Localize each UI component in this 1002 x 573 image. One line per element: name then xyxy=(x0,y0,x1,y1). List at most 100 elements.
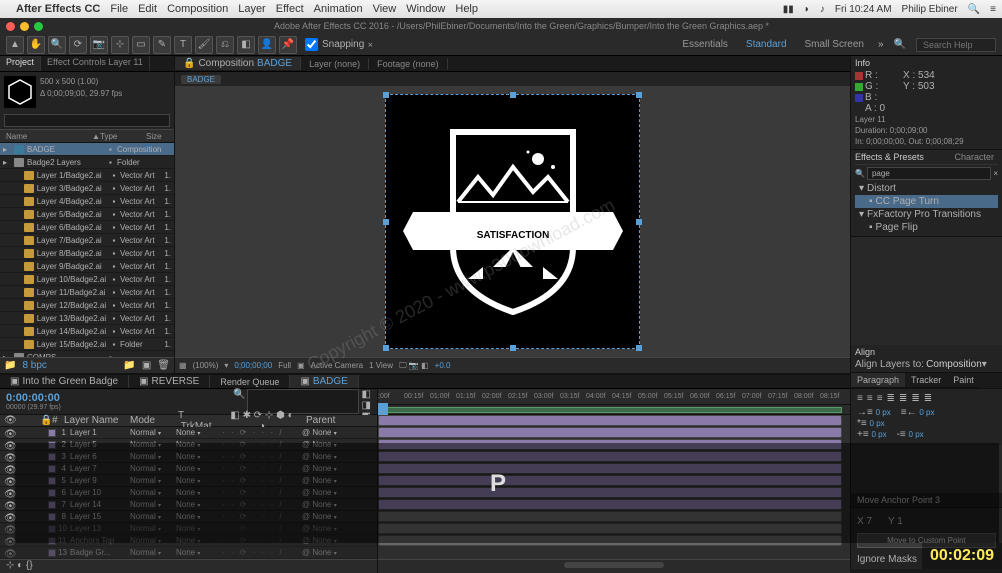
snapping-check[interactable] xyxy=(305,38,318,51)
menu-help[interactable]: Help xyxy=(455,3,478,15)
layer-bar[interactable] xyxy=(378,523,842,534)
new-comp-icon[interactable]: ▣ xyxy=(142,360,151,371)
pan-behind-icon[interactable]: ⊹ xyxy=(111,36,129,54)
align-center-icon[interactable]: ≡ xyxy=(867,393,873,404)
project-item[interactable]: Layer 4/Badge2.ai▪Vector Art1. xyxy=(0,195,174,208)
effect-item[interactable]: ▾Distort xyxy=(855,182,998,195)
menu-composition[interactable]: Composition xyxy=(167,3,228,15)
align-target[interactable]: Composition xyxy=(926,359,982,370)
tl-tab-reverse[interactable]: ▣REVERSE xyxy=(129,375,210,388)
timeline-tracks[interactable] xyxy=(378,415,850,559)
comp-breadcrumb[interactable]: BADGE xyxy=(181,75,221,84)
effect-item[interactable]: ▪CC Page Turn xyxy=(855,195,998,208)
grid-icon[interactable]: ▦ xyxy=(179,361,187,370)
menu-layer[interactable]: Layer xyxy=(238,3,266,15)
tlh-layer[interactable]: Layer Name xyxy=(60,415,126,426)
workspace-standard[interactable]: Standard xyxy=(742,39,791,50)
tab-composition[interactable]: 🔒 Composition BADGE xyxy=(175,57,301,70)
align-left-icon[interactable]: ≡ xyxy=(857,393,863,404)
ep-clear-icon[interactable]: × xyxy=(993,169,998,178)
menu-view[interactable]: View xyxy=(373,3,397,15)
project-item[interactable]: ▸BADGE▪Composition xyxy=(0,143,174,156)
menubar-user[interactable]: Philip Ebiner xyxy=(902,4,958,15)
hand-tool-icon[interactable]: ✋ xyxy=(27,36,45,54)
blend-modes-icon[interactable]: ⊹ ◐ {} xyxy=(0,560,39,573)
menubar-wifi-icon[interactable]: ◗ xyxy=(804,4,810,15)
menu-edit[interactable]: Edit xyxy=(138,3,157,15)
character-tab[interactable]: Character xyxy=(950,152,998,164)
search-input[interactable] xyxy=(916,38,996,52)
col-type[interactable]: Type xyxy=(96,132,142,141)
menu-effect[interactable]: Effect xyxy=(276,3,304,15)
col-name[interactable]: Name xyxy=(2,132,88,141)
layer-bar[interactable] xyxy=(378,487,842,498)
layer-bar[interactable] xyxy=(378,511,842,522)
layer-bar[interactable] xyxy=(378,499,842,510)
paragraph-tab[interactable]: Paragraph xyxy=(851,373,905,388)
timeline-layer-row[interactable]: 👁6Layer 10Normal ▾None ▾· · ⟳ · · · /@ N… xyxy=(0,487,377,499)
project-item[interactable]: ▸Badge2 Layers▪Folder xyxy=(0,156,174,169)
search-icon[interactable]: 🔍 xyxy=(894,39,906,50)
menubar-time[interactable]: Fri 10:24 AM xyxy=(835,4,892,15)
type-tool-icon[interactable]: T xyxy=(174,36,192,54)
tab-footage[interactable]: Footage (none) xyxy=(369,58,448,70)
align-header[interactable]: Align xyxy=(855,347,998,357)
lock-icon[interactable]: 🔒 xyxy=(183,58,195,69)
menubar-battery-icon[interactable]: ▮▮ xyxy=(783,4,794,15)
eraser-tool-icon[interactable]: ◧ xyxy=(237,36,255,54)
justify-all-icon[interactable]: ≣ xyxy=(924,393,932,404)
magnification[interactable]: (100%) xyxy=(193,361,219,370)
timeline-layer-row[interactable]: 👁4Layer 7Normal ▾None ▾· · ⟳ · · · /@ No… xyxy=(0,463,377,475)
paint-tab[interactable]: Paint xyxy=(947,373,980,388)
new-folder-icon[interactable]: 📁 xyxy=(123,360,135,371)
interpret-icon[interactable]: 📁 xyxy=(4,360,16,371)
timeline-layer-row[interactable]: 👁8Layer 15Normal ▾None ▾· · ⟳ · · · /@ N… xyxy=(0,511,377,523)
layer-bar[interactable] xyxy=(378,451,842,462)
selection-tool-icon[interactable]: ▲ xyxy=(6,36,24,54)
tlh-parent[interactable]: Parent xyxy=(302,415,350,426)
effects-list[interactable]: ▾Distort▪CC Page Turn▾FxFactory Pro Tran… xyxy=(855,182,998,234)
project-item[interactable]: Layer 1/Badge2.ai▪Vector Art1. xyxy=(0,169,174,182)
layer-bar[interactable] xyxy=(378,535,842,546)
view-icons[interactable]: 🖵 📷 ◧ xyxy=(399,361,429,371)
project-item[interactable]: Layer 14/Badge2.ai▪Vector Art1. xyxy=(0,325,174,338)
channel-icon[interactable]: ▾ xyxy=(224,361,228,370)
timeline-layer-row[interactable]: 👁3Layer 6Normal ▾None ▾· · ⟳ · · · /@ No… xyxy=(0,451,377,463)
app-name[interactable]: After Effects CC xyxy=(16,3,100,15)
ep-header[interactable]: Effects & Presets xyxy=(855,152,950,162)
info-header[interactable]: Info xyxy=(855,58,998,68)
tl-tab-badge[interactable]: ▣BADGE xyxy=(290,375,358,388)
puppet-tool-icon[interactable]: 📌 xyxy=(279,36,297,54)
project-item[interactable]: Layer 15/Badge2.ai▪Folder1. xyxy=(0,338,174,351)
menubar-search-icon[interactable]: 🔍 xyxy=(968,4,980,15)
anchor-header[interactable]: Move Anchor Point 3 xyxy=(851,493,1002,508)
timeline-layer-row[interactable]: 👁10Layer 13Normal ▾None ▾· · ⟳ · · · /@ … xyxy=(0,523,377,535)
tlh-mode[interactable]: Mode xyxy=(126,415,174,426)
trash-icon[interactable]: 🗑 xyxy=(157,360,170,371)
project-tab[interactable]: Project xyxy=(0,56,41,71)
justify-left-icon[interactable]: ≣ xyxy=(887,393,895,404)
justify-right-icon[interactable]: ≣ xyxy=(911,393,919,404)
tracker-tab[interactable]: Tracker xyxy=(905,373,947,388)
timeline-layer-row[interactable]: 👁13Badge Gr...Normal ▾None ▾· · ⟳ · · · … xyxy=(0,547,377,559)
menu-animation[interactable]: Animation xyxy=(314,3,363,15)
ep-search-input[interactable] xyxy=(867,167,991,180)
viewer-canvas[interactable]: SATISFACTION xyxy=(385,94,640,349)
effect-item[interactable]: ▾FxFactory Pro Transitions xyxy=(855,208,998,221)
bpc-indicator[interactable]: 8 bpc xyxy=(22,360,46,371)
layer-bar[interactable] xyxy=(378,439,842,450)
layer-bar[interactable] xyxy=(378,427,842,438)
brush-tool-icon[interactable]: 🖌 xyxy=(195,36,213,54)
active-camera[interactable]: Active Camera xyxy=(311,361,363,370)
snap-opts-icon[interactable]: 𐄂 xyxy=(368,39,372,50)
viewer-canvas-area[interactable]: SATISFACTION xyxy=(175,86,850,357)
col-size[interactable]: Size xyxy=(142,132,166,141)
menubar-notifications-icon[interactable]: ≡ xyxy=(990,4,996,15)
mac-menubar[interactable]: After Effects CC File Edit Composition L… xyxy=(0,0,1002,18)
pen-tool-icon[interactable]: ✎ xyxy=(153,36,171,54)
exposure[interactable]: +0.0 xyxy=(435,361,451,370)
window-minimize-button[interactable] xyxy=(20,22,29,31)
workspace-essentials[interactable]: Essentials xyxy=(678,39,732,50)
window-zoom-button[interactable] xyxy=(34,22,43,31)
menubar-volume-icon[interactable]: ♪ xyxy=(820,4,825,15)
